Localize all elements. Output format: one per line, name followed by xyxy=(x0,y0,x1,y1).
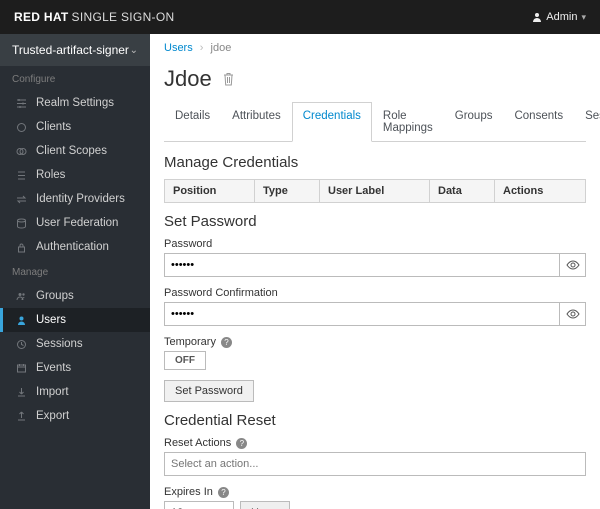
trash-icon[interactable] xyxy=(222,72,235,86)
password-confirm-input[interactable] xyxy=(164,302,560,326)
help-icon[interactable]: ? xyxy=(218,487,229,498)
nav-label: Identity Providers xyxy=(36,193,125,205)
brand-strong: RED HAT xyxy=(14,10,69,24)
user-icon xyxy=(12,315,30,326)
password-input[interactable] xyxy=(164,253,560,277)
tabs: Details Attributes Credentials Role Mapp… xyxy=(164,102,586,142)
sidebar-item-identity-providers[interactable]: Identity Providers xyxy=(0,187,150,211)
list-icon xyxy=(12,170,30,181)
expires-unit-select[interactable]: Hours xyxy=(240,501,290,509)
tab-details[interactable]: Details xyxy=(164,102,221,141)
breadcrumb-sep: › xyxy=(200,42,204,54)
section-header-manage: Manage xyxy=(0,259,150,284)
tab-attributes[interactable]: Attributes xyxy=(221,102,292,141)
exchange-icon xyxy=(12,194,30,205)
database-icon xyxy=(12,218,30,229)
scope-icon xyxy=(12,146,30,157)
temporary-toggle[interactable]: OFF xyxy=(164,351,206,370)
set-password-heading: Set Password xyxy=(164,213,586,230)
col-position: Position xyxy=(165,180,255,203)
sidebar-item-roles[interactable]: Roles xyxy=(0,163,150,187)
clock-icon xyxy=(12,339,30,350)
col-user-label: User Label xyxy=(320,180,430,203)
expires-in-input[interactable] xyxy=(164,501,234,509)
sidebar-item-client-scopes[interactable]: Client Scopes xyxy=(0,139,150,163)
tab-role-mappings[interactable]: Role Mappings xyxy=(372,102,444,141)
users-icon xyxy=(12,291,30,302)
nav-label: Events xyxy=(36,362,71,374)
eye-icon[interactable] xyxy=(560,253,586,277)
top-bar: RED HATSINGLE SIGN-ON Admin ▾ xyxy=(0,0,600,34)
nav-label: Users xyxy=(36,314,66,326)
calendar-icon xyxy=(12,363,30,374)
col-actions: Actions xyxy=(495,180,586,203)
breadcrumb: Users › jdoe xyxy=(164,34,586,62)
sidebar-item-user-federation[interactable]: User Federation xyxy=(0,211,150,235)
manage-credentials-heading: Manage Credentials xyxy=(164,154,586,171)
page-title: Jdoe xyxy=(164,66,212,92)
help-icon[interactable]: ? xyxy=(236,438,247,449)
set-password-button[interactable]: Set Password xyxy=(164,380,254,402)
user-icon xyxy=(532,12,542,22)
nav-label: Groups xyxy=(36,290,74,302)
nav-label: Roles xyxy=(36,169,65,181)
realm-selector[interactable]: Trusted-artifact-signer ⌄ xyxy=(0,34,150,66)
nav-label: Realm Settings xyxy=(36,97,114,109)
sidebar: Trusted-artifact-signer ⌄ Configure Real… xyxy=(0,34,150,509)
sidebar-item-authentication[interactable]: Authentication xyxy=(0,235,150,259)
tab-credentials[interactable]: Credentials xyxy=(292,102,372,142)
credential-reset-heading: Credential Reset xyxy=(164,412,586,429)
brand-logo: RED HATSINGLE SIGN-ON xyxy=(14,10,174,24)
nav-label: Clients xyxy=(36,121,71,133)
tab-sessions[interactable]: Sessions xyxy=(574,102,600,141)
nav-label: Import xyxy=(36,386,69,398)
realm-name: Trusted-artifact-signer xyxy=(12,43,129,57)
sliders-icon xyxy=(12,98,30,109)
export-icon xyxy=(12,411,30,422)
chevron-down-icon: ▾ xyxy=(581,12,586,23)
sidebar-item-events[interactable]: Events xyxy=(0,356,150,380)
help-icon[interactable]: ? xyxy=(221,337,232,348)
sidebar-item-clients[interactable]: Clients xyxy=(0,115,150,139)
expires-in-label: Expires In ? xyxy=(164,486,586,498)
temporary-label: Temporary ? xyxy=(164,336,586,348)
admin-label: Admin xyxy=(546,11,577,23)
breadcrumb-users-link[interactable]: Users xyxy=(164,42,193,54)
password-label: Password xyxy=(164,238,586,250)
reset-actions-select[interactable] xyxy=(164,452,586,476)
sidebar-item-import[interactable]: Import xyxy=(0,380,150,404)
lock-icon xyxy=(12,242,30,253)
nav-label: User Federation xyxy=(36,217,118,229)
sidebar-item-groups[interactable]: Groups xyxy=(0,284,150,308)
password-confirm-label: Password Confirmation xyxy=(164,287,586,299)
sidebar-item-realm-settings[interactable]: Realm Settings xyxy=(0,91,150,115)
sidebar-item-sessions[interactable]: Sessions xyxy=(0,332,150,356)
nav-label: Authentication xyxy=(36,241,109,253)
import-icon xyxy=(12,387,30,398)
tab-groups[interactable]: Groups xyxy=(444,102,504,141)
reset-actions-label: Reset Actions ? xyxy=(164,437,586,449)
main-content: Users › jdoe Jdoe Details Attributes Cre… xyxy=(150,34,600,509)
nav-label: Export xyxy=(36,410,69,422)
credentials-table: Position Type User Label Data Actions xyxy=(164,179,586,203)
admin-menu[interactable]: Admin ▾ xyxy=(532,11,586,23)
col-data: Data xyxy=(430,180,495,203)
breadcrumb-current: jdoe xyxy=(211,42,232,54)
col-type: Type xyxy=(255,180,320,203)
sidebar-item-users[interactable]: Users xyxy=(0,308,150,332)
section-header-configure: Configure xyxy=(0,66,150,91)
nav-label: Sessions xyxy=(36,338,83,350)
circle-icon xyxy=(12,122,30,133)
chevron-down-icon: ⌄ xyxy=(130,45,138,56)
sidebar-item-export[interactable]: Export xyxy=(0,404,150,428)
eye-icon[interactable] xyxy=(560,302,586,326)
nav-label: Client Scopes xyxy=(36,145,107,157)
brand-light: SINGLE SIGN-ON xyxy=(72,10,175,24)
tab-consents[interactable]: Consents xyxy=(503,102,574,141)
